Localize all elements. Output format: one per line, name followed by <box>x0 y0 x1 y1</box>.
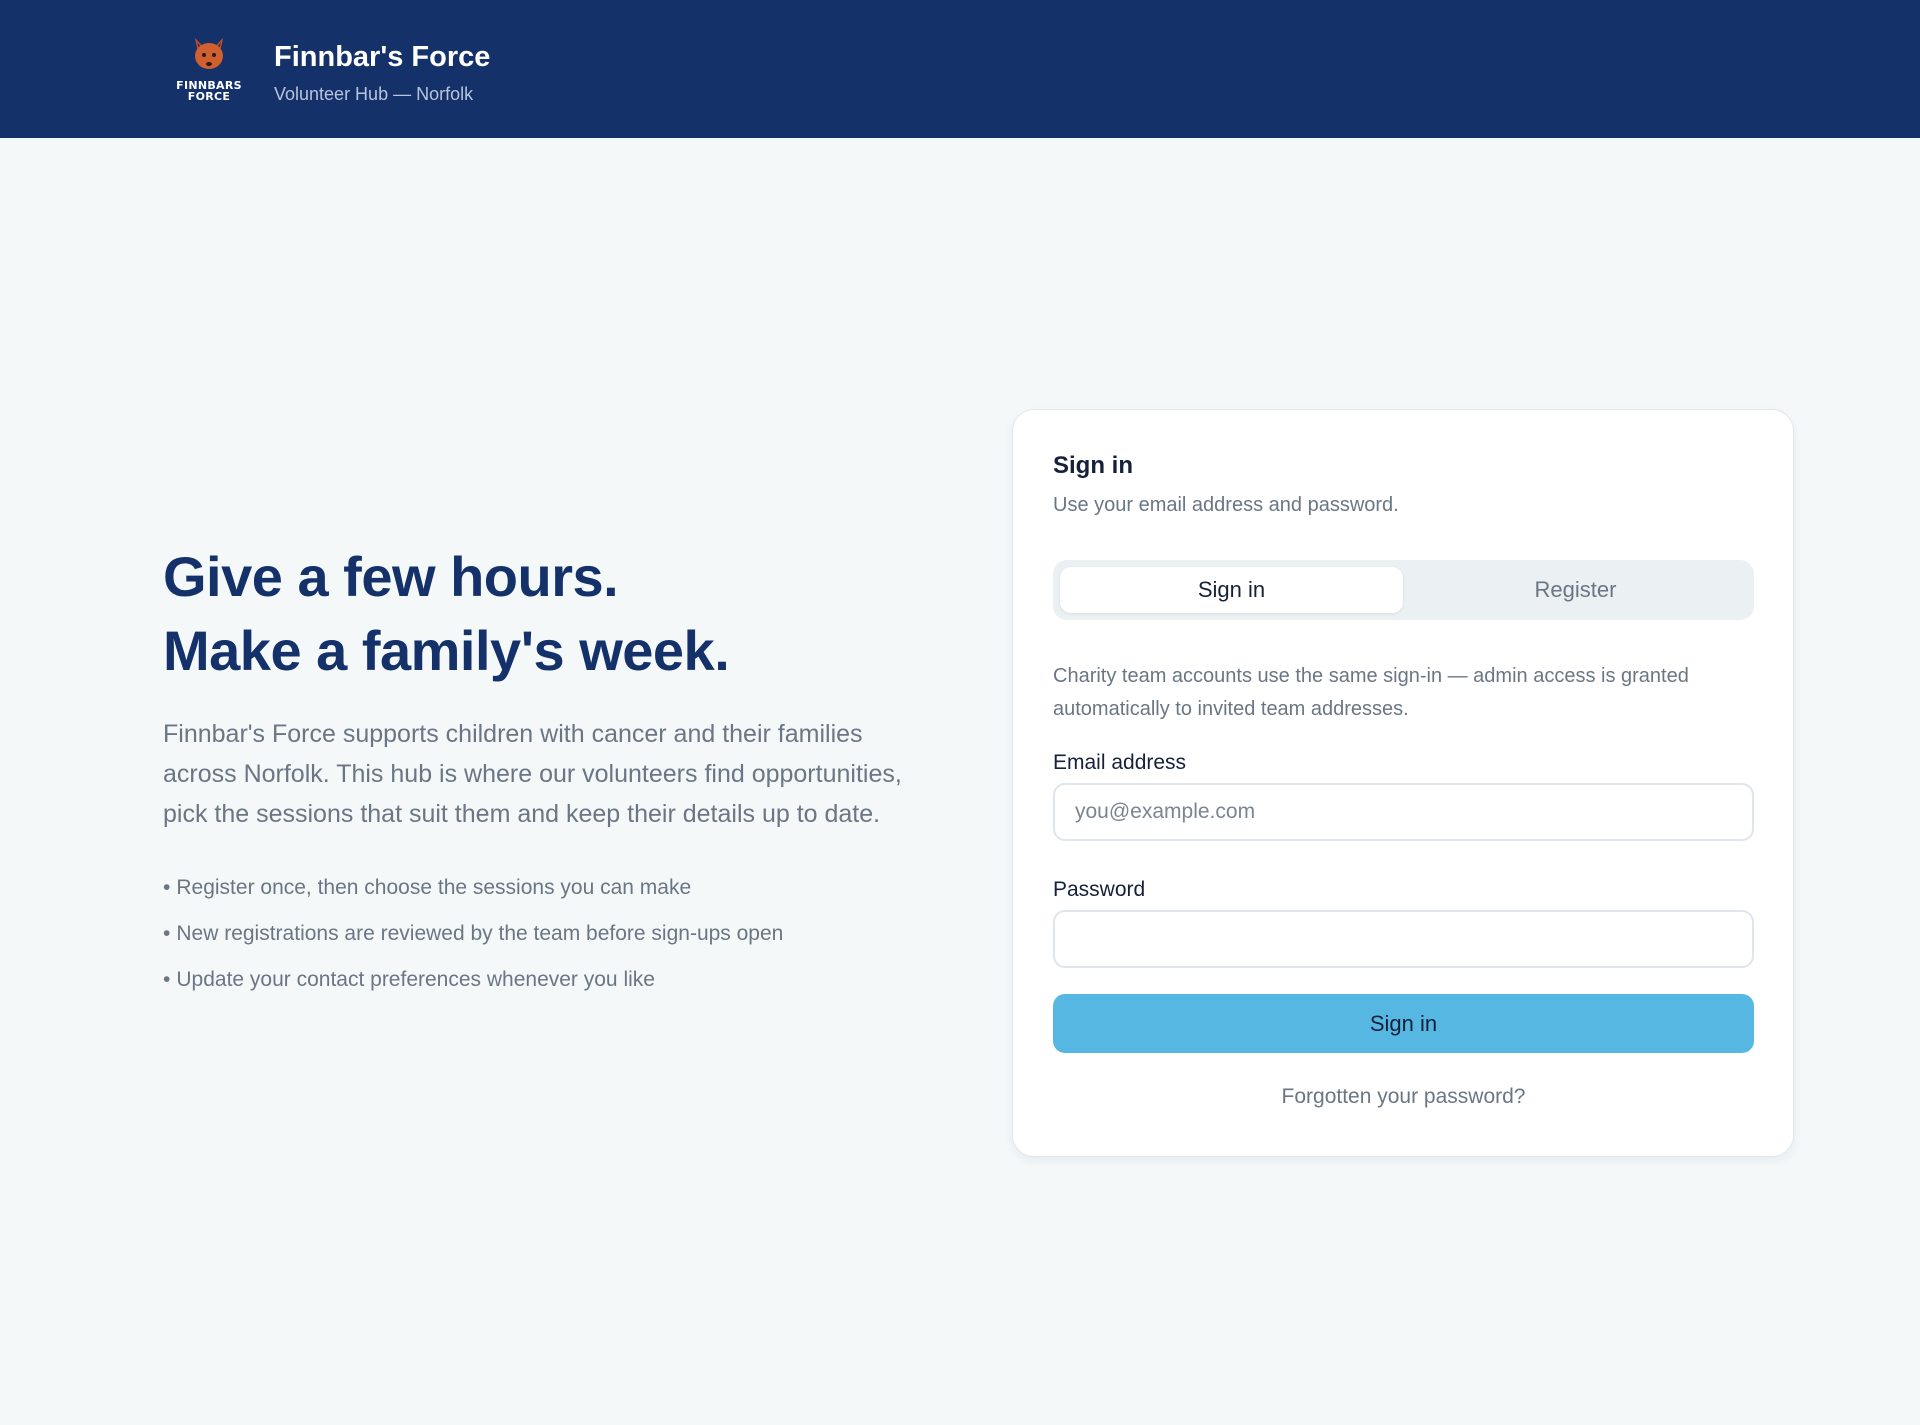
logo-text-line2: FORCE <box>187 90 231 103</box>
hero-title-line1: Give a few hours. <box>163 545 619 608</box>
list-item-text: Update your contact preferences whenever… <box>176 968 655 991</box>
sign-in-button[interactable]: Sign in <box>1053 994 1754 1053</box>
signin-card-body: Sign in Use your email address and passw… <box>1053 450 1754 1111</box>
brand-subtitle: Volunteer Hub — Norfolk <box>274 84 474 104</box>
hero-description: Finnbar's Force supports children with c… <box>163 720 902 828</box>
forgot-password-link[interactable]: Forgotten your password? <box>1053 1083 1754 1111</box>
bullet-icon: • <box>163 876 171 899</box>
team-accounts-note: Charity team accounts use the same sign-… <box>1053 665 1689 720</box>
feature-list: • Register once, then choose the sessions… <box>163 874 903 994</box>
card-subtitle: Use your email address and password. <box>1053 494 1399 516</box>
signin-card: Sign in Use your email address and passw… <box>1012 409 1794 1157</box>
fox-icon <box>195 38 223 69</box>
card-title: Sign in <box>1053 452 1133 479</box>
list-item: • New registrations are reviewed by the t… <box>163 920 903 948</box>
hero-title-line2: Make a family's week. <box>163 619 730 682</box>
list-item-text: Register once, then choose the sessions … <box>176 876 692 899</box>
auth-tabs: Sign in Register <box>1053 560 1754 620</box>
password-field[interactable] <box>1053 910 1754 968</box>
brand-name: Finnbar's Force <box>274 41 491 73</box>
brand: Finnbar's Force Volunteer Hub — Norfolk <box>274 38 490 108</box>
bullet-icon: • <box>163 922 171 945</box>
tab-register[interactable]: Register <box>1404 567 1747 613</box>
email-field[interactable] <box>1053 783 1754 841</box>
password-label: Password <box>1053 878 1146 901</box>
logo-text: FINNBARS FORCE <box>176 80 242 102</box>
hero-section: Give a few hours. Make a family's week. … <box>163 540 903 1012</box>
list-item-text: New registrations are reviewed by the te… <box>176 922 784 945</box>
list-item: • Update your contact preferences wheneve… <box>163 966 903 994</box>
list-item: • Register once, then choose the sessions… <box>163 874 903 902</box>
site-header: FINNBARS FORCE Finnbar's Force Volunteer… <box>0 0 1920 138</box>
email-label: Email address <box>1053 751 1187 774</box>
finnbars-force-logo[interactable]: FINNBARS FORCE <box>170 34 248 104</box>
bullet-icon: • <box>163 968 171 991</box>
tab-sign-in[interactable]: Sign in <box>1060 567 1403 613</box>
hero-title: Give a few hours. Make a family's week. <box>163 540 903 688</box>
